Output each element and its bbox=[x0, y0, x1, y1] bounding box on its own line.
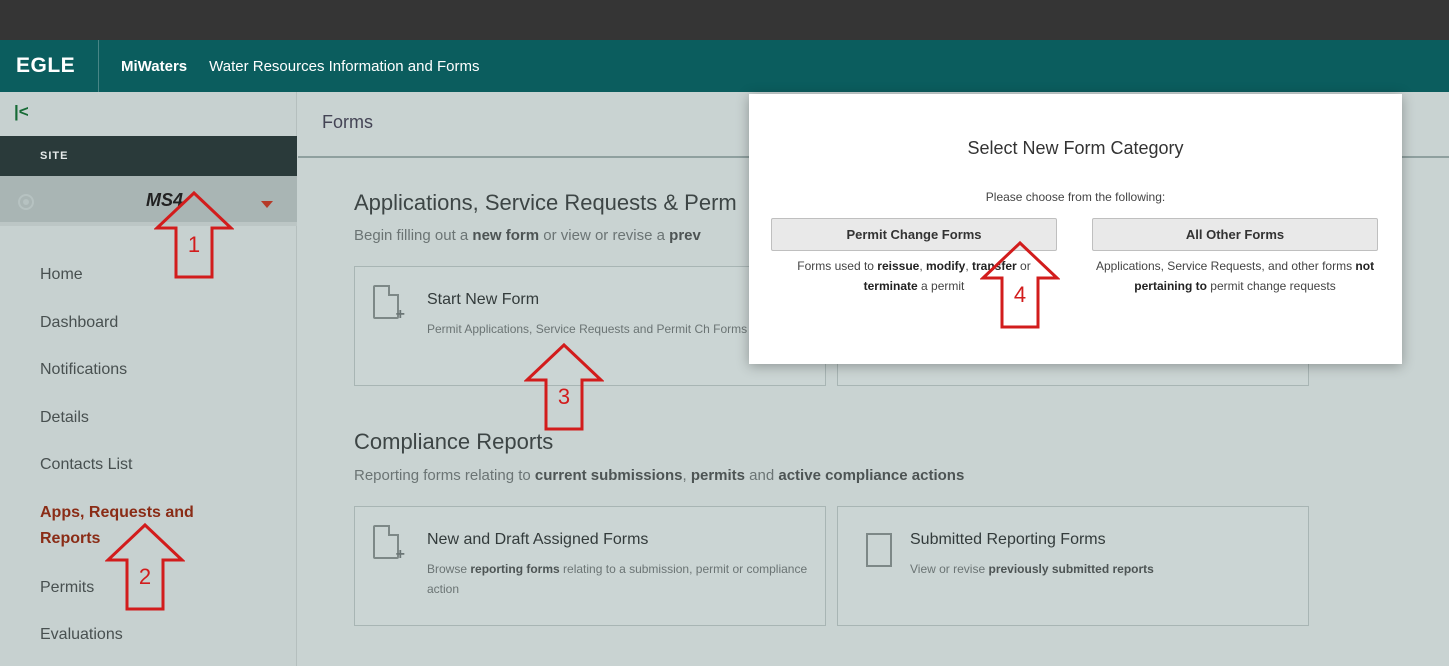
modal-title: Select New Form Category bbox=[967, 138, 1184, 158]
new-draft-assigned-forms-card[interactable]: + New and Draft Assigned Forms Browse re… bbox=[354, 506, 826, 626]
sidebar-item-permits[interactable]: Permits bbox=[40, 579, 94, 597]
card-title: Start New Form bbox=[427, 291, 540, 308]
top-navigation-bar: EGLE MiWaters Water Resources Informatio… bbox=[0, 40, 1449, 92]
submitted-reporting-forms-card[interactable]: Submitted Reporting Forms View or revise… bbox=[837, 506, 1309, 626]
annotation-number: 3 bbox=[557, 384, 571, 409]
form-category-modal: Select New Form Category Please choose f… bbox=[749, 94, 1402, 364]
annotation-arrow-3: 3 bbox=[524, 342, 604, 432]
site-selector[interactable]: MS4 bbox=[0, 176, 297, 226]
sidebar-item-notifications[interactable]: Notifications bbox=[40, 361, 127, 379]
new-document-icon: + bbox=[373, 285, 405, 323]
card-desc: Browse reporting forms relating to a sub… bbox=[427, 562, 808, 596]
page-title: Forms bbox=[322, 112, 373, 132]
all-other-forms-button[interactable]: All Other Forms bbox=[1092, 218, 1378, 251]
modal-subtitle: Please choose from the following: bbox=[985, 190, 1166, 204]
annotation-arrow-2: 2 bbox=[105, 522, 185, 612]
annotation-number: 1 bbox=[187, 232, 201, 257]
all-other-forms-desc: Applications, Service Requests, and othe… bbox=[1095, 259, 1375, 293]
app-subtitle: Water Resources Information and Forms bbox=[209, 57, 480, 75]
annotation-number: 2 bbox=[138, 564, 152, 589]
sidebar-item-details[interactable]: Details bbox=[40, 409, 89, 427]
app-name[interactable]: MiWaters bbox=[99, 58, 187, 75]
compliance-section-title: Compliance Reports bbox=[354, 429, 554, 454]
sidebar-item-dashboard[interactable]: Dashboard bbox=[40, 314, 118, 332]
annotation-number: 4 bbox=[1013, 282, 1027, 307]
browser-chrome bbox=[0, 0, 1449, 40]
card-desc: View or revise previously submitted repo… bbox=[910, 562, 1154, 576]
card-title: New and Draft Assigned Forms bbox=[427, 531, 649, 548]
applications-section-title: Applications, Service Requests & Perm bbox=[354, 190, 737, 215]
card-title: Submitted Reporting Forms bbox=[910, 531, 1106, 548]
sidebar-item-evaluations[interactable]: Evaluations bbox=[40, 626, 123, 644]
sidebar-item-home[interactable]: Home bbox=[40, 266, 83, 284]
caret-down-icon[interactable] bbox=[261, 201, 273, 208]
multiple-documents-icon bbox=[860, 527, 892, 567]
new-document-icon: + bbox=[373, 525, 405, 563]
egle-logo[interactable]: EGLE bbox=[0, 40, 99, 92]
site-header: SITE bbox=[0, 136, 297, 176]
compliance-section-desc: Reporting forms relating to current subm… bbox=[354, 467, 965, 484]
applications-section-desc: Begin filling out a new form or view or … bbox=[354, 227, 701, 244]
sidebar-item-contacts-list[interactable]: Contacts List bbox=[40, 456, 132, 474]
annotation-arrow-1: 1 bbox=[154, 190, 234, 280]
radio-icon[interactable] bbox=[18, 194, 34, 210]
annotation-arrow-4: 4 bbox=[980, 240, 1060, 330]
collapse-left-icon[interactable]: |< bbox=[14, 102, 29, 122]
